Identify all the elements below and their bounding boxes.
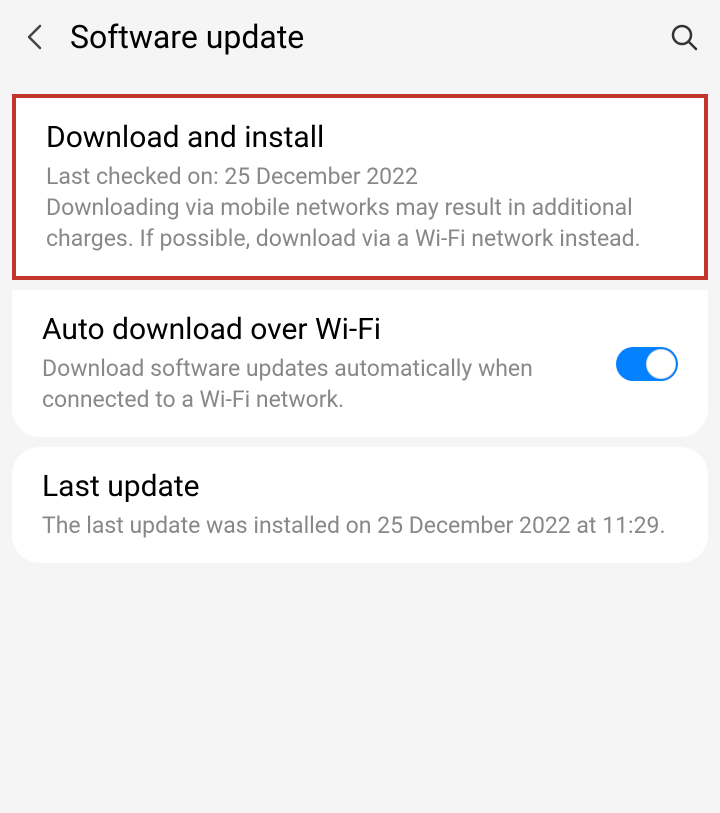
auto-download-title: Auto download over Wi-Fi bbox=[42, 312, 596, 347]
download-install-title: Download and install bbox=[46, 120, 674, 155]
last-update-description: The last update was installed on 25 Dece… bbox=[42, 510, 678, 541]
header: Software update bbox=[0, 0, 720, 74]
download-install-item[interactable]: Download and install Last checked on: 25… bbox=[12, 94, 708, 280]
auto-download-toggle[interactable] bbox=[616, 347, 678, 381]
last-update-title: Last update bbox=[42, 469, 678, 504]
page-title: Software update bbox=[70, 18, 668, 56]
search-icon[interactable] bbox=[668, 21, 700, 53]
auto-download-item[interactable]: Auto download over Wi-Fi Download softwa… bbox=[12, 290, 708, 437]
download-install-last-checked: Last checked on: 25 December 2022 bbox=[46, 161, 674, 192]
auto-download-card: Auto download over Wi-Fi Download softwa… bbox=[12, 290, 708, 437]
toggle-handle bbox=[646, 349, 676, 379]
last-update-card: Last update The last update was installe… bbox=[12, 447, 708, 563]
auto-download-description: Download software updates automatically … bbox=[42, 353, 596, 415]
download-install-warning: Downloading via mobile networks may resu… bbox=[46, 192, 674, 254]
back-icon[interactable] bbox=[20, 22, 50, 52]
download-install-card: Download and install Last checked on: 25… bbox=[12, 94, 708, 280]
last-update-item[interactable]: Last update The last update was installe… bbox=[12, 447, 708, 563]
